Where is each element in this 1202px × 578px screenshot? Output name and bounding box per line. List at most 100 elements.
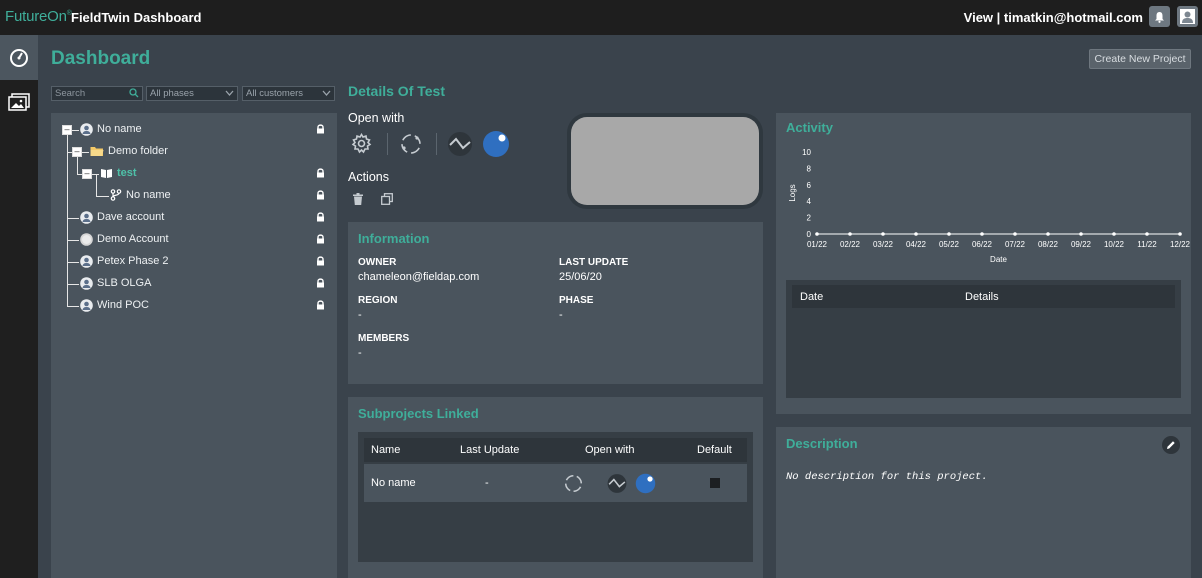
- x-tick-label: 06/22: [972, 240, 993, 249]
- data-point: [1178, 232, 1182, 236]
- tree-connector: [67, 262, 79, 263]
- last-update-value: 25/06/20: [559, 271, 602, 283]
- project-tree: [51, 113, 337, 578]
- members-value: -: [358, 347, 362, 359]
- branch-icon: [110, 189, 122, 201]
- open-with-label: Open with: [348, 111, 405, 125]
- y-tick-label: 4: [807, 197, 812, 206]
- tree-item-no-name-sub[interactable]: No name: [110, 186, 171, 204]
- data-point: [1046, 232, 1050, 236]
- lock-icon: [317, 124, 324, 134]
- project-preview[interactable]: [567, 113, 763, 209]
- column-header-date[interactable]: Date: [800, 285, 823, 308]
- y-tick-label: 8: [807, 164, 812, 173]
- x-tick-label: 11/22: [1137, 240, 1157, 249]
- divider: [387, 133, 388, 155]
- user-icon: [80, 254, 93, 268]
- y-axis-label: Logs: [788, 184, 797, 201]
- brand-logo[interactable]: FutureOn®: [5, 8, 72, 25]
- tree-item-slb-olga[interactable]: SLB OLGA: [80, 274, 151, 292]
- tree-item-label: Demo Account: [97, 233, 169, 245]
- create-new-project-button[interactable]: Create New Project: [1089, 49, 1191, 69]
- customers-select[interactable]: All customers: [242, 86, 335, 101]
- tree-item-label: Petex Phase 2: [97, 255, 169, 267]
- data-point: [1112, 232, 1116, 236]
- y-tick-label: 10: [802, 148, 811, 157]
- app-launch-icon[interactable]: [482, 130, 510, 158]
- phases-select-value: All phases: [150, 88, 194, 99]
- user-menu[interactable]: View | timatkin@hotmail.com: [964, 10, 1143, 25]
- search-input[interactable]: Search: [51, 86, 143, 101]
- folder-icon: [90, 146, 104, 156]
- table-row[interactable]: No name -: [364, 464, 747, 502]
- y-tick-label: 6: [807, 181, 812, 190]
- activity-table-header: Date Details: [792, 285, 1175, 308]
- nav-gallery[interactable]: [0, 87, 38, 117]
- search-icon: [129, 88, 139, 98]
- speedometer-icon: [10, 48, 28, 67]
- trash-icon[interactable]: [353, 193, 363, 205]
- phases-select[interactable]: All phases: [146, 86, 238, 101]
- top-bar: FutureOn® FieldTwin Dashboard View | tim…: [0, 0, 1202, 35]
- tree-item-label: No name: [97, 123, 142, 135]
- column-header-details[interactable]: Details: [965, 285, 999, 308]
- x-tick-label: 03/22: [873, 240, 894, 249]
- app-launch-icon[interactable]: [635, 473, 656, 494]
- column-header-last-update[interactable]: Last Update: [460, 438, 519, 462]
- fieldtwin-design-icon[interactable]: [564, 474, 583, 493]
- tree-item-label: No name: [126, 189, 171, 201]
- tree-item-no-name[interactable]: No name: [80, 120, 142, 138]
- tree-connector: [67, 306, 79, 307]
- tree-item-demo-folder[interactable]: Demo folder: [90, 142, 168, 160]
- x-tick-label: 12/22: [1170, 240, 1190, 249]
- notifications-button[interactable]: [1149, 6, 1170, 27]
- region-value: -: [358, 309, 362, 321]
- lock-icon: [317, 256, 324, 266]
- data-point: [881, 232, 885, 236]
- tree-item-label: Dave account: [97, 211, 165, 223]
- tree-item-petex-phase-2[interactable]: Petex Phase 2: [80, 252, 169, 270]
- row-last-update: -: [485, 477, 489, 489]
- lock-icon: [317, 234, 324, 244]
- column-header-name[interactable]: Name: [371, 438, 400, 462]
- fieldtwin-design-icon[interactable]: [400, 133, 422, 155]
- chevron-down-icon: [225, 90, 234, 96]
- y-tick-label: 0: [807, 230, 812, 239]
- tree-item-dave-account[interactable]: Dave account: [80, 208, 164, 226]
- data-point: [815, 232, 819, 236]
- tree-item-demo-account[interactable]: Demo Account: [80, 230, 169, 248]
- x-tick-label: 08/22: [1038, 240, 1059, 249]
- x-tick-label: 04/22: [906, 240, 927, 249]
- tree-item-label: Wind POC: [97, 299, 149, 311]
- tree-connector: [67, 131, 68, 307]
- book-icon: [101, 168, 112, 178]
- trend-app-icon[interactable]: [606, 473, 628, 494]
- collapse-toggle[interactable]: –: [72, 147, 82, 157]
- copy-icon[interactable]: [381, 193, 393, 205]
- collapse-toggle[interactable]: –: [62, 125, 72, 135]
- data-point: [1079, 232, 1083, 236]
- data-point: [980, 232, 984, 236]
- user-icon: [80, 232, 93, 246]
- collapse-toggle[interactable]: –: [82, 169, 92, 179]
- app-title: FieldTwin Dashboard: [71, 10, 202, 25]
- tree-connector: [67, 218, 79, 219]
- subprojects-title: Subprojects Linked: [358, 406, 479, 421]
- settings-gear-icon[interactable]: [351, 133, 372, 154]
- x-axis-label: Date: [990, 255, 1007, 264]
- tree-item-test[interactable]: test: [100, 164, 137, 182]
- tree-item-wind-poc[interactable]: Wind POC: [80, 296, 149, 314]
- owner-value: chameleon@fieldap.com: [358, 271, 480, 283]
- account-avatar-button[interactable]: [1177, 6, 1198, 27]
- actions-label: Actions: [348, 170, 389, 184]
- default-checkbox[interactable]: [710, 478, 720, 488]
- preview-image: [571, 117, 759, 205]
- tree-connector: [67, 240, 79, 241]
- description-text: No description for this project.: [786, 471, 988, 483]
- data-point: [914, 232, 918, 236]
- edit-description-button[interactable]: [1162, 436, 1180, 454]
- tree-connector: [67, 284, 79, 285]
- trend-app-icon[interactable]: [446, 131, 474, 157]
- nav-dashboard[interactable]: [0, 35, 38, 80]
- y-tick-label: 2: [807, 214, 812, 223]
